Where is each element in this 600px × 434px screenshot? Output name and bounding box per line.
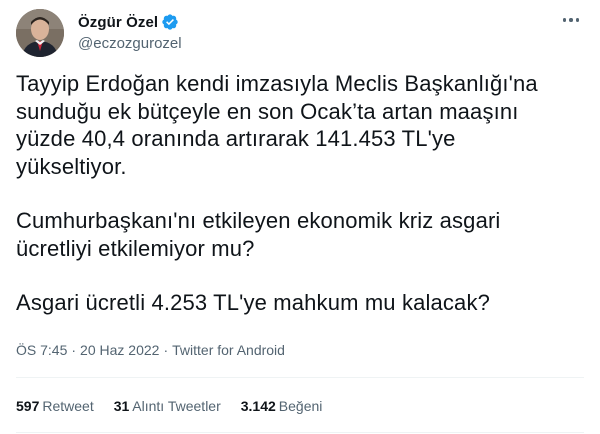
avatar[interactable]	[16, 9, 64, 57]
meta-separator: ·	[163, 342, 169, 358]
tweet-metadata: ÖS 7:45 · 20 Haz 2022 · Twitter for Andr…	[16, 342, 285, 358]
likes-stat[interactable]: 3.142 Beğeni	[241, 398, 323, 414]
author-display-name[interactable]: Özgür Özel	[78, 14, 158, 31]
verified-badge-icon	[162, 14, 178, 30]
quote-tweets-count: 31	[113, 398, 130, 414]
tweet-time[interactable]: ÖS 7:45	[16, 342, 67, 358]
avatar-photo	[16, 9, 64, 57]
retweets-label: Retweet	[42, 398, 94, 414]
meta-separator: ·	[71, 342, 77, 358]
divider	[16, 432, 584, 433]
tweet-paragraph: Tayyip Erdoğan kendi imzasıyla Meclis Ba…	[16, 71, 538, 179]
likes-count: 3.142	[240, 398, 276, 414]
tweet-card: Özgür Özel @eczozgurozel Tayyip Erdoğan …	[0, 0, 600, 434]
engagement-stats: 597 Retweet 31 Alıntı Tweetler 3.142 Beğeni	[16, 386, 342, 426]
tweet-source-link[interactable]: Twitter for Android	[172, 342, 285, 358]
more-dot-icon	[569, 18, 573, 22]
more-dot-icon	[575, 18, 580, 22]
divider	[16, 377, 584, 378]
tweet-text: Tayyip Erdoğan kendi imzasıyla Meclis Ba…	[16, 70, 584, 317]
author-handle[interactable]: @eczozgurozel	[78, 35, 182, 52]
retweets-count: 597	[16, 398, 40, 414]
retweets-stat[interactable]: 597 Retweet	[16, 398, 94, 414]
author-name-row[interactable]: Özgür Özel	[78, 12, 179, 32]
tweet-paragraph: Asgari ücretli 4.253 TL'ye mahkum mu kal…	[16, 290, 490, 315]
more-dot-icon	[562, 18, 567, 22]
likes-label: Beğeni	[278, 398, 323, 414]
tweet-paragraph: Cumhurbaşkanı'nı etkileyen ekonomik kriz…	[16, 208, 501, 261]
quote-tweets-label: Alıntı Tweetler	[132, 398, 221, 414]
quote-tweets-stat[interactable]: 31 Alıntı Tweetler	[114, 398, 221, 414]
tweet-date[interactable]: 20 Haz 2022	[80, 342, 159, 358]
more-options-button[interactable]	[558, 10, 584, 30]
